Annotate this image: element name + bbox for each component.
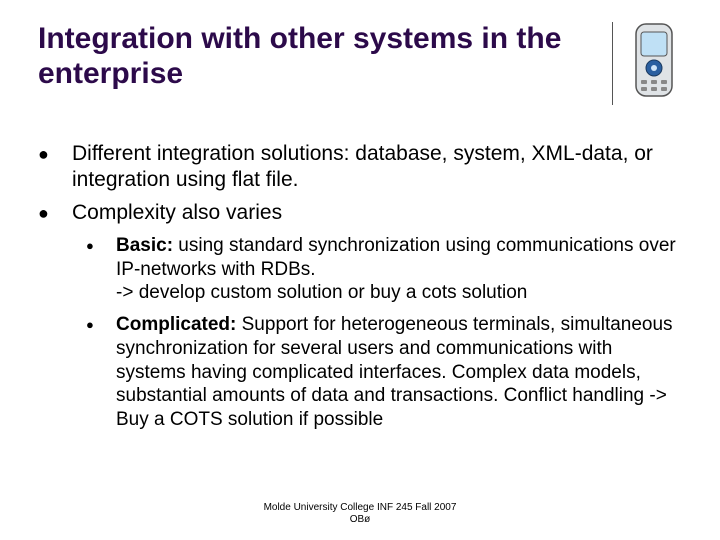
slide: Integration with other systems in the en… bbox=[0, 0, 720, 540]
phone-image-wrapper bbox=[612, 22, 682, 105]
bullet-dot-icon: ● bbox=[38, 200, 72, 226]
slide-footer: Molde University College INF 245 Fall 20… bbox=[0, 502, 720, 526]
bullet-text: Different integration solutions: databas… bbox=[72, 141, 682, 194]
bullet-dot-icon: ● bbox=[38, 141, 72, 194]
footer-line-2: OBø bbox=[0, 514, 720, 526]
body-content: ● Different integration solutions: datab… bbox=[38, 141, 682, 432]
sub-bullet-text: Basic: using standard synchronization us… bbox=[116, 234, 682, 305]
title-row: Integration with other systems in the en… bbox=[38, 22, 682, 105]
bullet-dot-icon: ● bbox=[86, 313, 116, 432]
footer-line-1: Molde University College INF 245 Fall 20… bbox=[0, 502, 720, 514]
slide-title: Integration with other systems in the en… bbox=[38, 22, 612, 91]
bullet-text: Complexity also varies bbox=[72, 200, 682, 226]
sub-bullet-label: Complicated: bbox=[116, 314, 236, 335]
bullet-item: ● Complexity also varies bbox=[38, 200, 682, 226]
sub-bullet-item: ● Complicated: Support for heterogeneous… bbox=[86, 313, 682, 432]
sub-bullet-list: ● Basic: using standard synchronization … bbox=[38, 234, 682, 432]
bullet-dot-icon: ● bbox=[86, 234, 116, 305]
sub-bullet-label: Basic: bbox=[116, 235, 173, 256]
sub-bullet-body: using standard synchronization using com… bbox=[116, 235, 676, 304]
sub-bullet-item: ● Basic: using standard synchronization … bbox=[86, 234, 682, 305]
sub-bullet-text: Complicated: Support for heterogeneous t… bbox=[116, 313, 682, 432]
mobile-phone-icon bbox=[626, 22, 682, 100]
bullet-item: ● Different integration solutions: datab… bbox=[38, 141, 682, 194]
